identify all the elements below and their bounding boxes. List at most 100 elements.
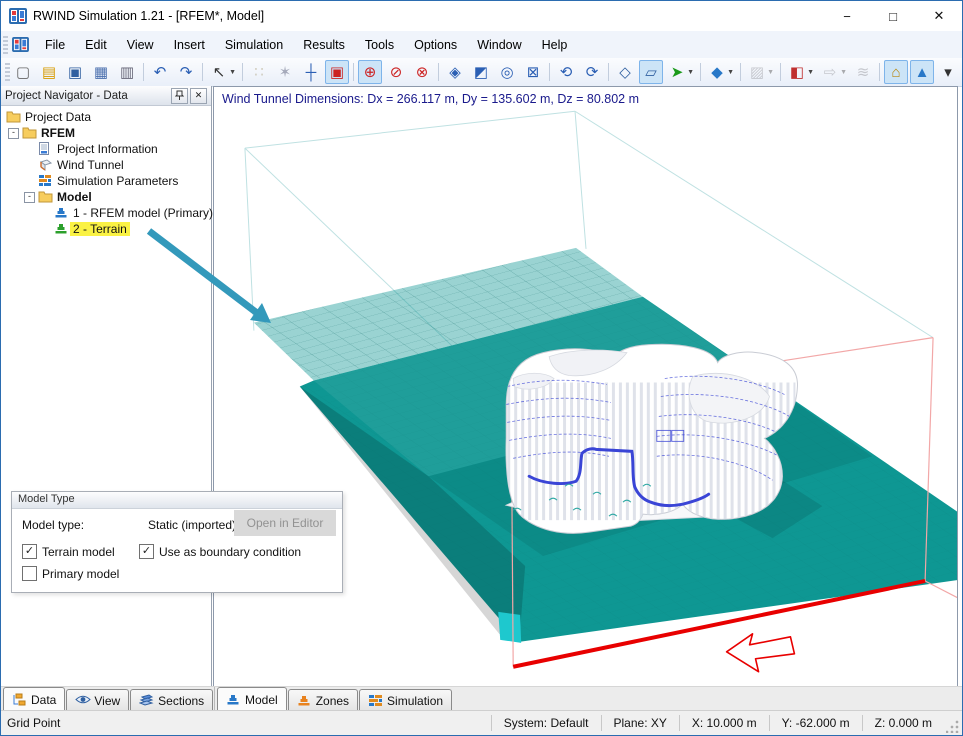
rotation-mode-x-icon[interactable]: ⊕ <box>358 60 382 84</box>
use-as-boundary-condition-checkbox[interactable]: ✓ Use as boundary condition <box>139 544 301 559</box>
menu-tools[interactable]: Tools <box>355 34 404 56</box>
eye-icon <box>75 694 92 707</box>
window-minimize-button[interactable]: − <box>824 1 870 31</box>
save-icon[interactable]: ▣ <box>63 60 87 84</box>
show-terrain-toggle-icon[interactable]: ▲ <box>910 60 934 84</box>
section-plane-icon[interactable]: ▨ ▼ <box>745 60 774 84</box>
model-viewport[interactable]: Wind Tunnel Dimensions: Dx = 266.117 m, … <box>213 86 958 687</box>
toolbar-separator <box>438 63 439 81</box>
zoom-window-icon[interactable]: ◎ <box>495 60 519 84</box>
new-file-icon[interactable]: ▢ <box>11 60 35 84</box>
window-close-button[interactable]: ✕ <box>916 1 962 31</box>
solid-display-icon[interactable]: ◆ ▼ <box>705 60 734 84</box>
menu-window[interactable]: Window <box>467 34 531 56</box>
tab-model[interactable]: Model <box>217 687 287 711</box>
navigator-tree: Project Data - RFEM Project Information Wind… <box>1 106 213 237</box>
print-preview-icon[interactable]: ▦ <box>89 60 113 84</box>
rotate-cw-icon[interactable]: ⟳ <box>580 60 604 84</box>
toolbar-overflow-icon[interactable]: ▾ <box>936 60 960 84</box>
tab-zones[interactable]: Zones <box>287 689 359 711</box>
terrain-model-checkbox[interactable]: ✓ Terrain model <box>22 544 115 559</box>
toolbar-separator <box>143 63 144 81</box>
menu-simulation[interactable]: Simulation <box>215 34 293 56</box>
streamlines-icon[interactable]: ≋ <box>851 60 875 84</box>
result-arrows-icon[interactable]: ⇨ ▼ <box>818 60 847 84</box>
rotate-ccw-icon[interactable]: ⟲ <box>554 60 578 84</box>
tree-item-project-data[interactable]: Project Data <box>1 109 211 125</box>
menu-help[interactable]: Help <box>532 34 578 56</box>
print-icon[interactable]: ▥ <box>115 60 139 84</box>
toolbar-separator <box>549 63 550 81</box>
snap-objects-icon[interactable]: ✶ <box>273 60 297 84</box>
model-primary-icon <box>54 206 70 220</box>
navigator-title: Project Navigator - Data <box>5 89 128 102</box>
tab-label: View <box>94 693 121 708</box>
tree-item-rfem[interactable]: - RFEM <box>1 125 211 141</box>
tab-label: Zones <box>315 693 350 708</box>
fit-view-icon[interactable]: ⊠ <box>521 60 545 84</box>
tree-item-project-information[interactable]: Project Information <box>1 141 211 157</box>
view-direction-icon[interactable]: ➤ ▼ <box>665 60 694 84</box>
tree-item-2-terrain[interactable]: 2 - Terrain <box>1 221 211 237</box>
simulation-tab-icon <box>368 694 383 707</box>
tab-sections[interactable]: Sections <box>130 689 214 711</box>
zoom-extents-icon[interactable]: ◈ <box>443 60 467 84</box>
toolbar-separator <box>740 63 741 81</box>
tree-item-label: Simulation Parameters <box>57 174 179 188</box>
close-icon[interactable]: ✕ <box>190 87 207 104</box>
document-icon <box>38 142 54 156</box>
tree-item-model[interactable]: - Model <box>1 189 211 205</box>
mdi-document-icon <box>12 37 29 52</box>
checkbox-box[interactable]: ✓ <box>139 544 154 559</box>
tab-data[interactable]: Data <box>3 687 66 711</box>
primary-model-checkbox[interactable]: Primary model <box>22 566 119 581</box>
navigator-tabs: Data View Sections <box>1 687 215 711</box>
open-file-icon[interactable]: ▤ <box>37 60 61 84</box>
snap-grid-icon[interactable]: ▣ <box>325 60 349 84</box>
wireframe-display-icon[interactable]: ▱ <box>639 60 663 84</box>
menu-results[interactable]: Results <box>293 34 355 56</box>
undo-icon[interactable]: ↶ <box>148 60 172 84</box>
snap-points-icon[interactable]: ∷ <box>247 60 271 84</box>
checkbox-box[interactable]: ✓ <box>22 544 37 559</box>
pan-view-icon[interactable]: ◩ <box>469 60 493 84</box>
tree-item-label: 1 - RFEM model (Primary) <box>73 206 214 220</box>
menu-view[interactable]: View <box>117 34 164 56</box>
status-system: System: Default <box>490 715 601 731</box>
selection-pointer-icon[interactable]: ↖ ▼ <box>207 60 236 84</box>
status-y-coordinate: Y: -62.000 m <box>768 715 862 731</box>
tree-item-simulation-parameters[interactable]: Simulation Parameters <box>1 173 211 189</box>
tab-view[interactable]: View <box>66 689 130 711</box>
pin-icon[interactable] <box>171 87 188 104</box>
status-z-coordinate: Z: 0.000 m <box>861 715 944 731</box>
navigator-header: Project Navigator - Data ✕ <box>1 86 211 106</box>
status-x-coordinate: X: 10.000 m <box>678 715 769 731</box>
menu-insert[interactable]: Insert <box>164 34 215 56</box>
folder-icon <box>22 126 38 140</box>
menu-edit[interactable]: Edit <box>75 34 117 56</box>
tab-simulation[interactable]: Simulation <box>359 689 453 711</box>
tree-item-1-rfem-model-primary[interactable]: 1 - RFEM model (Primary) <box>1 205 213 221</box>
rotation-mode-y-icon[interactable]: ⊘ <box>384 60 408 84</box>
viewport-tabs: Model Zones Simulation <box>215 687 453 711</box>
redo-icon[interactable]: ↷ <box>174 60 198 84</box>
checkbox-box[interactable] <box>22 566 37 581</box>
folder-icon <box>6 110 22 124</box>
tree-item-wind-tunnel[interactable]: Wind Tunnel <box>1 157 211 173</box>
show-model-toggle-icon[interactable]: ⌂ <box>884 60 908 84</box>
rotation-mode-z-icon[interactable]: ⊗ <box>410 60 434 84</box>
status-bar: Grid Point System: Default Plane: XY X: … <box>1 710 962 735</box>
menu-options[interactable]: Options <box>404 34 467 56</box>
resize-grip[interactable] <box>946 719 960 733</box>
isometric-view-icon[interactable]: ◇ <box>613 60 637 84</box>
open-in-editor-button[interactable]: Open in Editor <box>234 510 336 536</box>
menu-file[interactable]: File <box>35 34 75 56</box>
checkbox-label: Primary model <box>42 566 120 581</box>
tab-label: Model <box>245 692 278 707</box>
clipping-box-icon[interactable]: ◧ ▼ <box>785 60 814 84</box>
tree-item-label: Project Information <box>57 142 158 156</box>
tree-expander-icon[interactable]: - <box>8 128 19 139</box>
tree-expander-icon[interactable]: - <box>24 192 35 203</box>
snap-cross-icon[interactable]: ┼ <box>299 60 323 84</box>
window-maximize-button[interactable]: □ <box>870 1 916 31</box>
